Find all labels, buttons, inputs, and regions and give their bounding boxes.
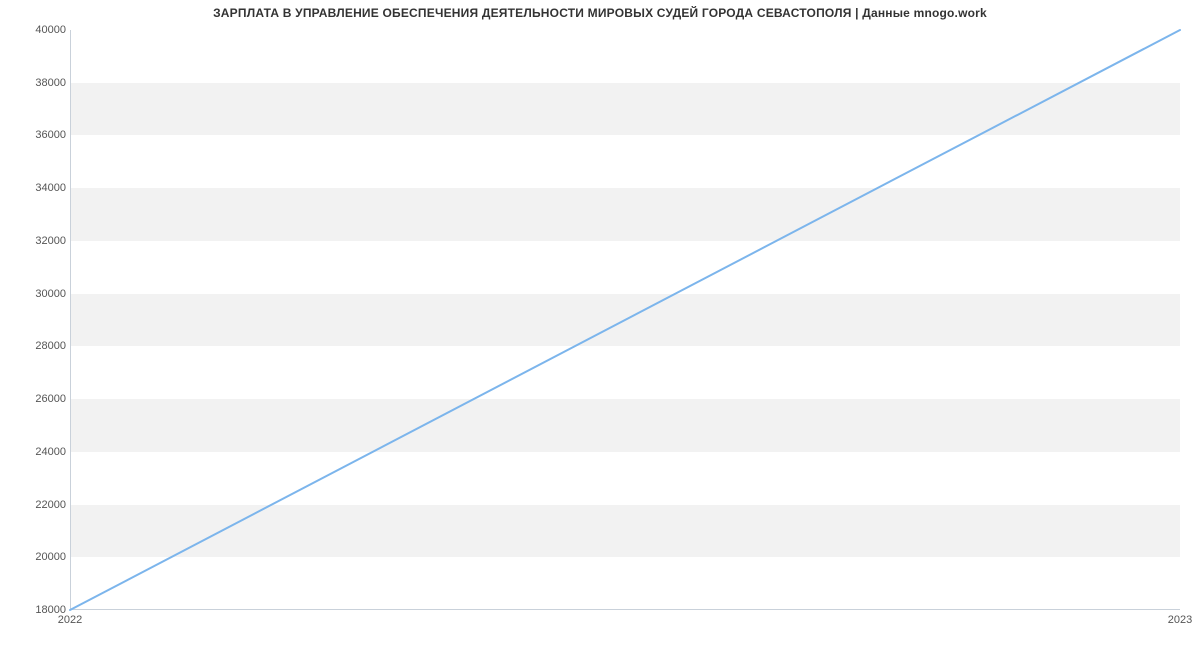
y-tick-label: 30000 <box>6 288 66 300</box>
plot-area <box>70 30 1180 610</box>
y-tick-label: 32000 <box>6 235 66 247</box>
chart-title: ЗАРПЛАТА В УПРАВЛЕНИЕ ОБЕСПЕЧЕНИЯ ДЕЯТЕЛ… <box>0 6 1200 20</box>
y-tick-label: 28000 <box>6 340 66 352</box>
y-tick-label: 22000 <box>6 499 66 511</box>
series-path <box>70 30 1180 610</box>
y-tick-label: 20000 <box>6 551 66 563</box>
chart-container: ЗАРПЛАТА В УПРАВЛЕНИЕ ОБЕСПЕЧЕНИЯ ДЕЯТЕЛ… <box>0 0 1200 650</box>
x-tick-label: 2023 <box>1168 614 1192 626</box>
y-tick-label: 34000 <box>6 182 66 194</box>
y-tick-label: 26000 <box>6 393 66 405</box>
y-tick-label: 40000 <box>6 24 66 36</box>
series-line <box>70 30 1180 610</box>
y-tick-label: 36000 <box>6 129 66 141</box>
x-tick-label: 2022 <box>58 614 82 626</box>
y-tick-label: 38000 <box>6 77 66 89</box>
y-tick-label: 24000 <box>6 446 66 458</box>
